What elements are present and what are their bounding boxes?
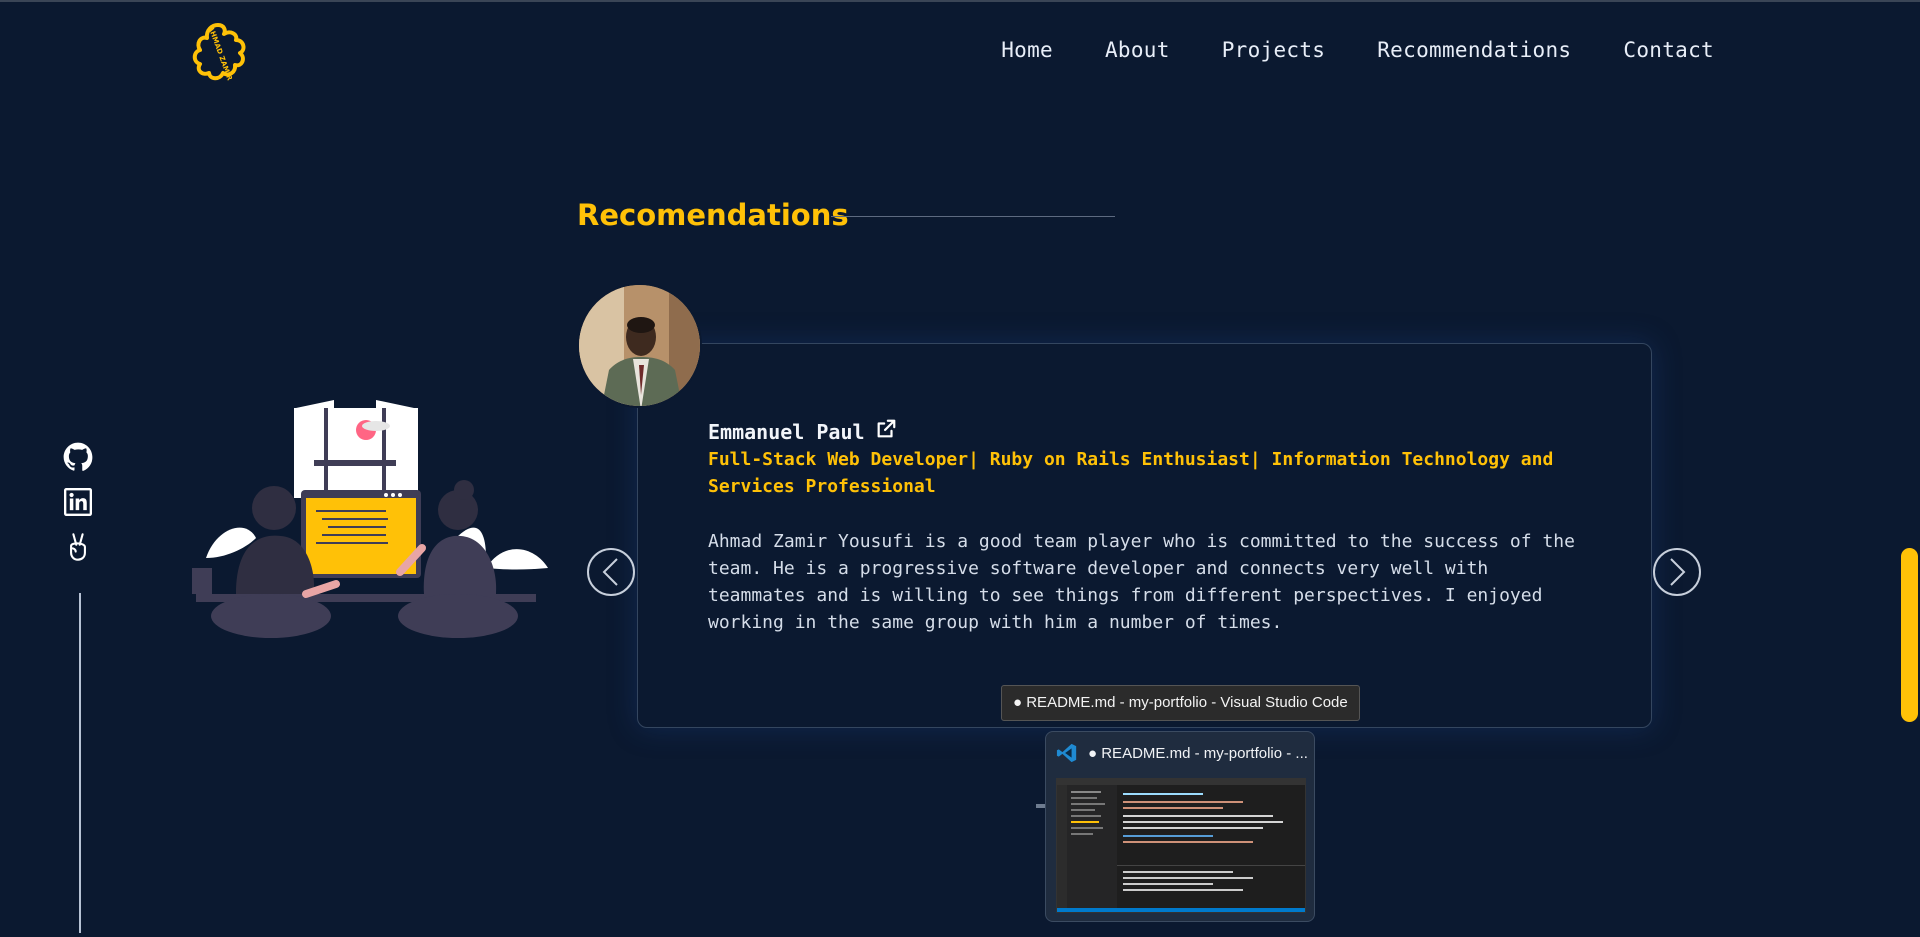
- brand-logo[interactable]: AHMAD ZAMIR: [188, 20, 252, 84]
- section-title-rule: [831, 216, 1115, 217]
- taskbar-tooltip: ● README.md - my-portfolio - Visual Stud…: [1001, 685, 1360, 721]
- next-button[interactable]: [1653, 548, 1701, 596]
- scrollbar-thumb[interactable]: [1901, 548, 1918, 722]
- recommender-avatar: [577, 283, 702, 408]
- angellist-icon[interactable]: [63, 532, 93, 562]
- preview-title: ● README.md - my-portfolio - ...: [1088, 744, 1308, 762]
- team-illustration: [192, 400, 548, 638]
- linkedin-icon[interactable]: [63, 487, 93, 517]
- window-top-border: [0, 0, 1920, 2]
- previous-button[interactable]: [587, 548, 635, 596]
- chevron-left-icon: [602, 558, 618, 586]
- nav-contact[interactable]: Contact: [1623, 38, 1714, 62]
- nav-about[interactable]: About: [1105, 38, 1170, 62]
- nav-recommendations[interactable]: Recommendations: [1377, 38, 1571, 62]
- nav-projects[interactable]: Projects: [1222, 38, 1326, 62]
- external-link-icon[interactable]: [875, 418, 897, 445]
- preview-thumbnail: [1056, 778, 1306, 913]
- recommender-role: Full-Stack Web Developer| Ruby on Rails …: [708, 449, 1554, 497]
- social-divider-line: [79, 593, 81, 933]
- social-links: [62, 442, 94, 562]
- preview-header: ● README.md - my-portfolio - ...: [1056, 742, 1308, 764]
- taskbar-window-preview[interactable]: ● README.md - my-portfolio - ...: [1045, 731, 1315, 922]
- section-title: Recomendations: [577, 198, 849, 232]
- recommender-name: Emmanuel Paul: [708, 419, 865, 444]
- recommendation-text: Ahmad Zamir Yousufi is a good team playe…: [708, 531, 1575, 633]
- recommender-name-row: Emmanuel Paul: [708, 418, 897, 445]
- main-nav: Home About Projects Recommendations Cont…: [1001, 38, 1714, 62]
- github-icon[interactable]: [63, 442, 93, 472]
- vscode-icon: [1056, 743, 1077, 763]
- chevron-right-icon: [1670, 558, 1686, 586]
- nav-home[interactable]: Home: [1001, 38, 1053, 62]
